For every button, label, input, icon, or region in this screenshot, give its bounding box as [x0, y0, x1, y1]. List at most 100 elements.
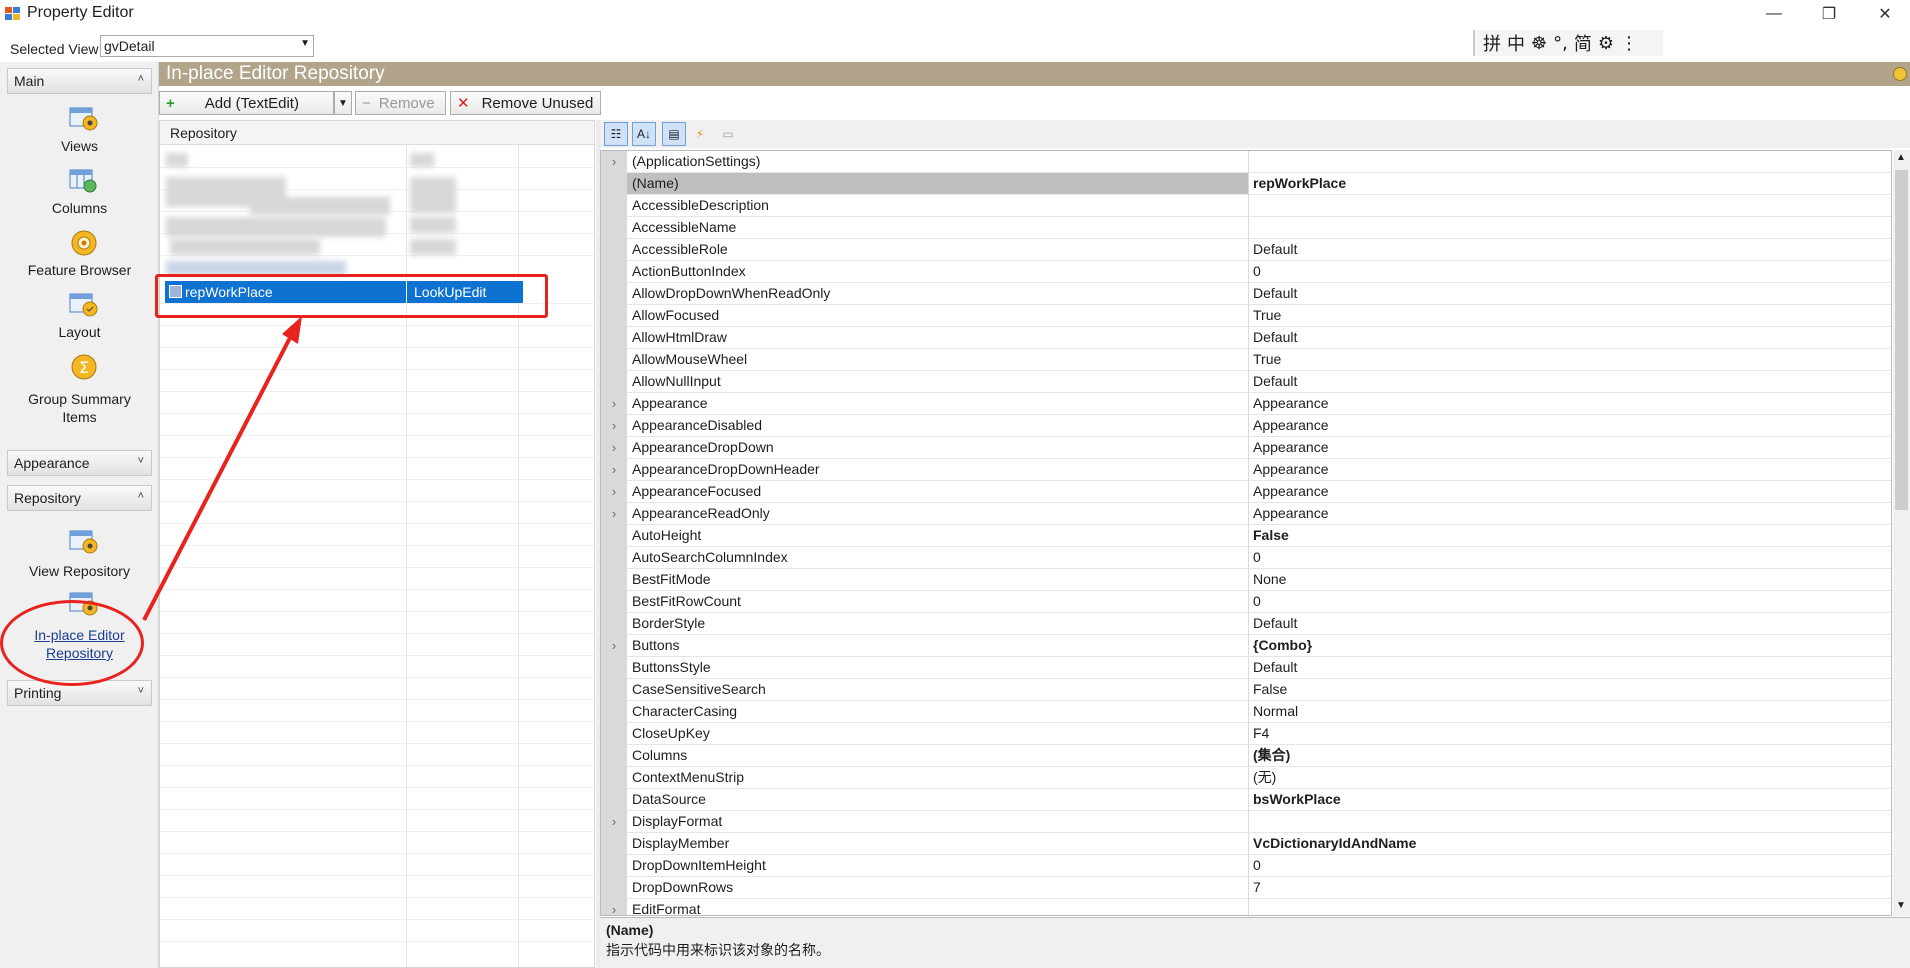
property-name[interactable]: AccessibleName [627, 217, 1249, 239]
ime-moon-icon[interactable]: ☸ [1531, 33, 1547, 54]
property-row[interactable]: › AppearanceDropDown Appearance [601, 437, 1891, 459]
property-value[interactable]: 0 [1249, 591, 1891, 613]
property-name[interactable]: AllowFocused [627, 305, 1249, 327]
property-name[interactable]: AllowMouseWheel [627, 349, 1249, 371]
property-row[interactable]: ContextMenuStrip (无) [601, 767, 1891, 789]
property-value[interactable]: False [1249, 525, 1891, 547]
expand-chevron-icon[interactable]: › [601, 393, 627, 415]
add-dropdown-button[interactable]: ▼ [334, 91, 352, 115]
property-name[interactable]: DisplayFormat [627, 811, 1249, 833]
property-value[interactable]: Appearance [1249, 437, 1891, 459]
expand-chevron-icon[interactable]: › [601, 635, 627, 657]
property-row[interactable]: CharacterCasing Normal [601, 701, 1891, 723]
property-value[interactable]: bsWorkPlace [1249, 789, 1891, 811]
property-name[interactable]: AllowDropDownWhenReadOnly [627, 283, 1249, 305]
property-value[interactable]: Appearance [1249, 415, 1891, 437]
property-value[interactable]: 0 [1249, 855, 1891, 877]
property-value[interactable]: Appearance [1249, 481, 1891, 503]
nav-item-columns[interactable]: Columns [7, 166, 152, 216]
expand-chevron-icon[interactable]: › [601, 899, 627, 915]
property-value[interactable]: False [1249, 679, 1891, 701]
property-value[interactable]: True [1249, 349, 1891, 371]
property-row[interactable]: BestFitMode None [601, 569, 1891, 591]
property-value[interactable]: Appearance [1249, 393, 1891, 415]
property-name[interactable]: BestFitRowCount [627, 591, 1249, 613]
property-value[interactable]: repWorkPlace [1249, 173, 1891, 195]
property-pages-icon[interactable]: ▭ [716, 122, 740, 146]
property-name[interactable]: BestFitMode [627, 569, 1249, 591]
property-value[interactable]: (集合) [1249, 745, 1891, 767]
property-row[interactable]: ActionButtonIndex 0 [601, 261, 1891, 283]
property-name[interactable]: DataSource [627, 789, 1249, 811]
property-name[interactable]: EditFormat [627, 899, 1249, 915]
property-name[interactable]: AppearanceDisabled [627, 415, 1249, 437]
property-value[interactable]: Normal [1249, 701, 1891, 723]
property-name[interactable]: CloseUpKey [627, 723, 1249, 745]
property-value[interactable]: Default [1249, 327, 1891, 349]
ime-pinyin-icon[interactable]: 拼 [1483, 30, 1501, 56]
property-row[interactable]: AutoSearchColumnIndex 0 [601, 547, 1891, 569]
property-value[interactable]: Default [1249, 371, 1891, 393]
group-appearance[interactable]: Appearance ˅ [7, 450, 152, 476]
property-row[interactable]: AccessibleName [601, 217, 1891, 239]
group-repository[interactable]: Repository ˄ [7, 485, 152, 511]
property-value[interactable]: F4 [1249, 723, 1891, 745]
property-value[interactable]: Appearance [1249, 503, 1891, 525]
expand-chevron-icon[interactable]: › [601, 151, 627, 173]
scrollbar-thumb[interactable] [1895, 170, 1908, 510]
minimize-button[interactable]: — [1751, 0, 1797, 28]
selected-view-combo[interactable]: gvDetail ▼ [100, 35, 314, 57]
property-name[interactable]: ButtonsStyle [627, 657, 1249, 679]
property-name[interactable]: ContextMenuStrip [627, 767, 1249, 789]
property-value[interactable]: Default [1249, 239, 1891, 261]
property-name[interactable]: AccessibleRole [627, 239, 1249, 261]
property-value[interactable]: (无) [1249, 767, 1891, 789]
property-name[interactable]: AppearanceDropDownHeader [627, 459, 1249, 481]
expand-chevron-icon[interactable]: › [601, 437, 627, 459]
close-button[interactable]: ✕ [1862, 0, 1908, 28]
group-main[interactable]: Main ˄ [7, 68, 152, 94]
property-name[interactable]: AppearanceReadOnly [627, 503, 1249, 525]
property-value[interactable] [1249, 151, 1891, 173]
ime-simplified-icon[interactable]: 简 [1574, 30, 1592, 56]
ime-punct-icon[interactable]: °, [1553, 33, 1568, 54]
property-value[interactable]: 7 [1249, 877, 1891, 899]
alphabetical-icon[interactable]: A↓ [632, 122, 656, 146]
property-name[interactable]: DropDownRows [627, 877, 1249, 899]
property-row[interactable]: › AppearanceReadOnly Appearance [601, 503, 1891, 525]
property-row[interactable]: AllowFocused True [601, 305, 1891, 327]
property-row[interactable]: DropDownItemHeight 0 [601, 855, 1891, 877]
property-row[interactable]: Columns (集合) [601, 745, 1891, 767]
property-name[interactable]: (ApplicationSettings) [627, 151, 1249, 173]
property-name[interactable]: AppearanceDropDown [627, 437, 1249, 459]
property-row[interactable]: ButtonsStyle Default [601, 657, 1891, 679]
property-row[interactable]: DropDownRows 7 [601, 877, 1891, 899]
property-name[interactable]: (Name) [627, 173, 1249, 195]
property-row[interactable]: › AppearanceDropDownHeader Appearance [601, 459, 1891, 481]
property-row[interactable]: BestFitRowCount 0 [601, 591, 1891, 613]
property-value[interactable]: True [1249, 305, 1891, 327]
property-value[interactable]: Default [1249, 283, 1891, 305]
property-value[interactable]: None [1249, 569, 1891, 591]
expand-chevron-icon[interactable]: › [601, 459, 627, 481]
property-row[interactable]: › Buttons {Combo} [601, 635, 1891, 657]
property-row[interactable]: AutoHeight False [601, 525, 1891, 547]
property-row[interactable]: (Name) repWorkPlace [601, 173, 1891, 195]
remove-unused-button[interactable]: ✕ Remove Unused [450, 91, 601, 115]
expand-chevron-icon[interactable]: › [601, 503, 627, 525]
property-row[interactable]: BorderStyle Default [601, 613, 1891, 635]
property-row[interactable]: AllowHtmlDraw Default [601, 327, 1891, 349]
property-name[interactable]: AutoSearchColumnIndex [627, 547, 1249, 569]
property-row[interactable]: AllowNullInput Default [601, 371, 1891, 393]
nav-item-views[interactable]: Views [7, 104, 152, 154]
restore-button[interactable]: ❐ [1806, 0, 1852, 28]
property-row[interactable]: › AppearanceDisabled Appearance [601, 415, 1891, 437]
property-row[interactable]: CloseUpKey F4 [601, 723, 1891, 745]
property-name[interactable]: AccessibleDescription [627, 195, 1249, 217]
property-name[interactable]: BorderStyle [627, 613, 1249, 635]
property-value[interactable]: 0 [1249, 261, 1891, 283]
property-row[interactable]: CaseSensitiveSearch False [601, 679, 1891, 701]
property-row[interactable]: › DisplayFormat [601, 811, 1891, 833]
ime-settings-icon[interactable]: ⚙ [1598, 33, 1614, 54]
property-value[interactable] [1249, 899, 1891, 915]
